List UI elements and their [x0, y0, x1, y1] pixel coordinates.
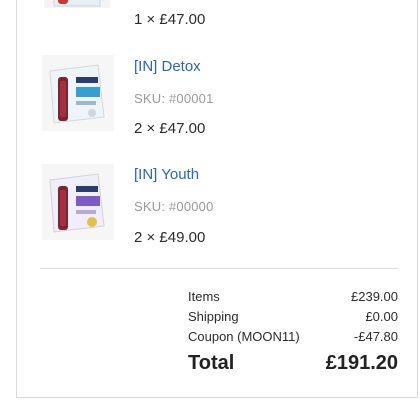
total-value: £191.20 — [325, 352, 398, 374]
item-name-link[interactable]: [IN] Youth — [134, 166, 199, 183]
item-sku: SKU: #00001 — [134, 91, 214, 106]
item-sku: SKU: #00000 — [134, 199, 214, 214]
item-quantity-price: 2 × £47.00 — [134, 120, 206, 137]
product-image — [36, 160, 120, 242]
product-image — [36, 0, 120, 12]
item-quantity-price: 1 × £47.00 — [134, 11, 206, 28]
shipping-label: Shipping — [188, 309, 239, 324]
product-image — [36, 51, 120, 133]
coupon-label: Coupon (MOON11) — [188, 329, 300, 344]
items-value: £239.00 — [351, 289, 398, 304]
summary-divider — [40, 268, 398, 269]
items-label: Items — [188, 289, 220, 304]
total-label: Total — [188, 352, 235, 374]
coupon-value: -£47.80 — [353, 329, 398, 344]
item-quantity-price: 2 × £49.00 — [134, 229, 206, 246]
shipping-value: £0.00 — [365, 309, 398, 324]
item-name-link[interactable]: [IN] Detox — [134, 58, 201, 75]
